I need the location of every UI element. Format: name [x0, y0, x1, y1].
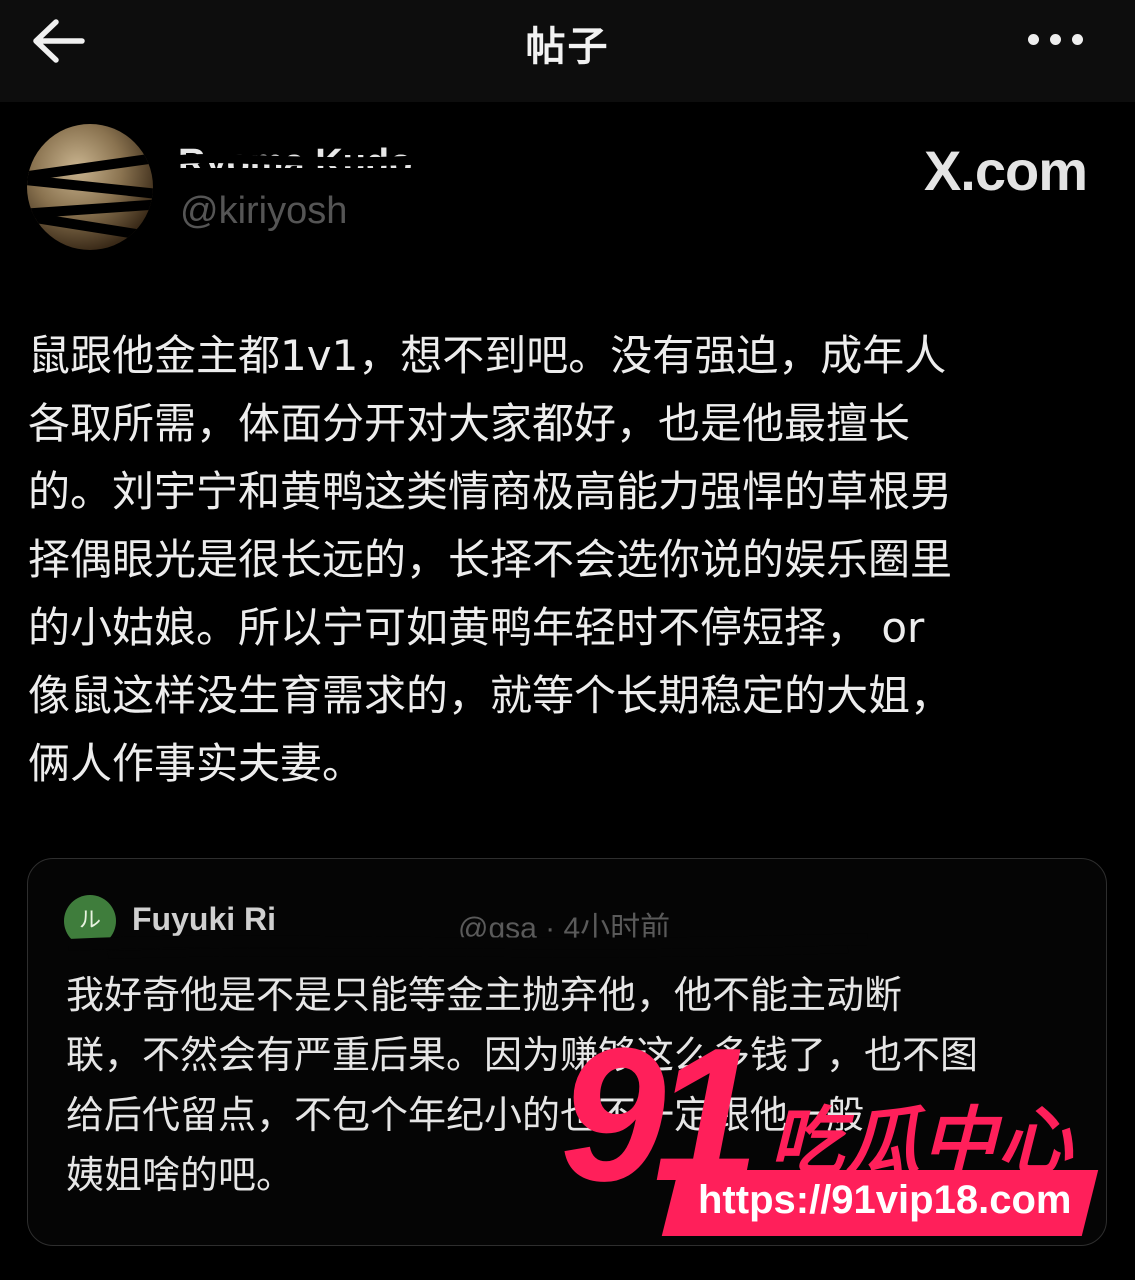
- more-options-icon[interactable]: [1026, 28, 1086, 52]
- watermark-logo: 91 吃瓜中心 https://91vip18.com: [560, 1020, 1105, 1240]
- post-text: 鼠跟他金主都1v1，想不到吧。没有强迫，成年人 各取所需，体面分开对大家都好，也…: [28, 331, 953, 788]
- x-logo-brand: X.com: [923, 139, 1088, 202]
- top-app-bar: 帖子: [0, 0, 1135, 102]
- author-avatar[interactable]: [27, 124, 153, 250]
- page-title: 帖子: [525, 24, 610, 70]
- watermark-url: https://91vip18.com: [698, 1178, 1072, 1222]
- redaction-scribble: [171, 153, 459, 181]
- author-handle[interactable]: @kiriyosh: [180, 190, 347, 233]
- redaction-scribble: [68, 933, 868, 959]
